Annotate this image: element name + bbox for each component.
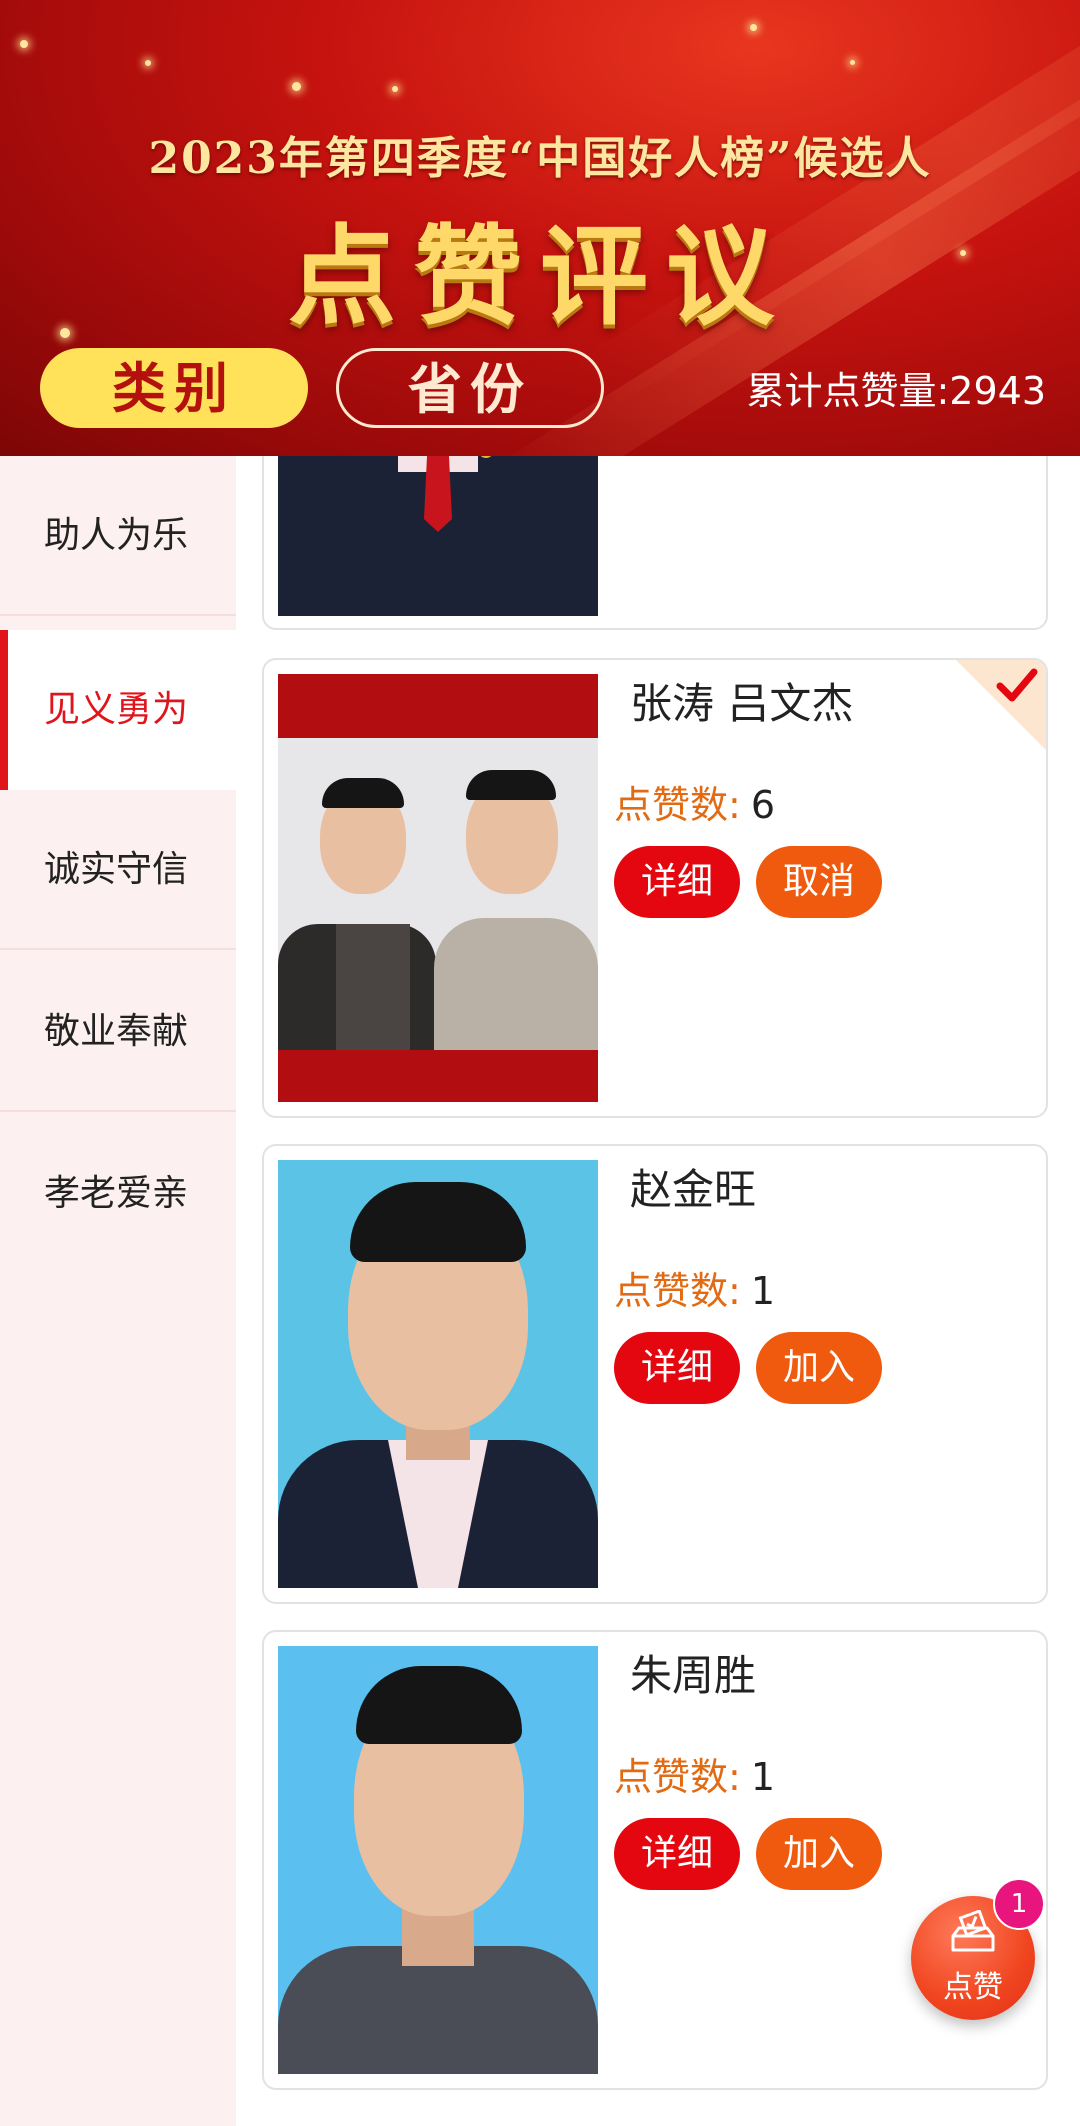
floating-like-label: 点赞 (943, 1970, 1003, 2005)
likes-label: 点赞数: (614, 783, 741, 827)
likes-count: 点赞数: 1 (614, 1746, 775, 1801)
sparkle (292, 82, 301, 91)
page-header: 2023年第四季度“中国好人榜”候选人 点赞评议 类别 省份 累计点赞量:294… (0, 0, 1080, 456)
vote-box-icon (951, 1910, 995, 1952)
header-subtitle: 2023年第四季度“中国好人榜”候选人 (148, 133, 932, 184)
sparkle (750, 24, 757, 31)
candidate-name: 朱周胜 (630, 1651, 757, 1700)
add-like-button[interactable]: 加入 (756, 1818, 882, 1890)
candidate-name: 赵金旺 (630, 1165, 757, 1214)
candidate-name: 张涛 吕文杰 (630, 679, 854, 728)
tab-province[interactable]: 省份 (336, 348, 604, 428)
sidebar-item-dedication[interactable]: 敬业奉献 (0, 952, 236, 1112)
cancel-like-button[interactable]: 取消 (756, 846, 882, 918)
candidate-card: 张涛 吕文杰 点赞数: 6 详细 取消 (262, 658, 1048, 1118)
sparkle (145, 60, 151, 66)
detail-button[interactable]: 详细 (614, 1818, 740, 1890)
detail-button[interactable]: 详细 (614, 846, 740, 918)
sparkle (850, 60, 855, 65)
likes-count: 点赞数: 1 (614, 1260, 775, 1315)
sidebar-item-bravery[interactable]: 见义勇为 (0, 630, 236, 790)
candidate-card: 朱周胜 点赞数: 1 详细 加入 (262, 1630, 1048, 2090)
candidate-card: 赵金旺 点赞数: 1 详细 加入 (262, 1144, 1048, 1604)
candidate-photo (278, 1646, 598, 2074)
check-icon (996, 668, 1038, 702)
like-count-badge: 1 (993, 1878, 1045, 1930)
sparkle (20, 40, 28, 48)
add-like-button[interactable]: 加入 (756, 1332, 882, 1404)
sidebar-item-filial-piety[interactable]: 孝老爱亲 (0, 1114, 236, 1274)
page-title: 点赞评议 (287, 214, 792, 340)
sidebar-item-honesty[interactable]: 诚实守信 (0, 790, 236, 950)
likes-label: 点赞数: (614, 1269, 741, 1313)
likes-value: 1 (750, 1755, 775, 1799)
likes-count: 点赞数: 6 (614, 774, 775, 829)
detail-button[interactable]: 详细 (614, 1332, 740, 1404)
tab-category[interactable]: 类别 (40, 348, 308, 428)
likes-label: 点赞数: (614, 1755, 741, 1799)
candidate-photo (278, 674, 598, 1102)
category-sidebar: 助人为乐 见义勇为 诚实守信 敬业奉献 孝老爱亲 (0, 456, 236, 2126)
candidate-photo (278, 1160, 598, 1588)
sparkle (392, 86, 398, 92)
likes-value: 6 (750, 783, 775, 827)
likes-value: 1 (750, 1269, 775, 1313)
total-likes-counter: 累计点赞量:2943 (746, 369, 1046, 413)
sidebar-item-helping-others[interactable]: 助人为乐 (0, 456, 236, 616)
